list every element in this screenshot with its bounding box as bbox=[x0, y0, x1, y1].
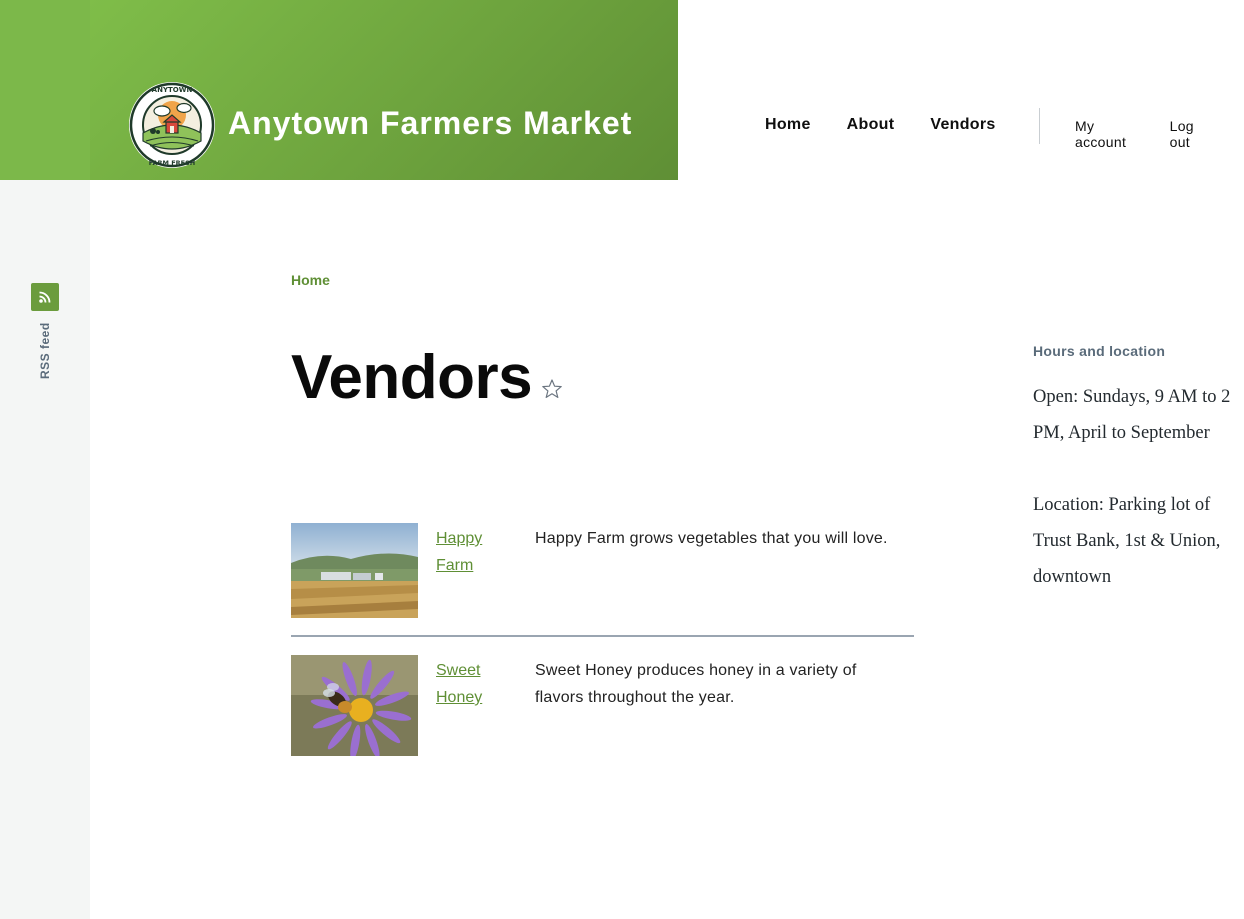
svg-text:FARM FRESH: FARM FRESH bbox=[149, 159, 195, 167]
side-rail: RSS feed bbox=[0, 0, 90, 919]
nav-home[interactable]: Home bbox=[765, 116, 811, 134]
farm-logo-icon: ANYTOWN FARM FRESH bbox=[129, 82, 215, 168]
vendor-name-link[interactable]: Sweet Honey bbox=[436, 657, 516, 711]
location-text: Location: Parking lot of Trust Bank, 1st… bbox=[1033, 495, 1221, 587]
site-branding: ANYTOWN FARM FRESH Anytown Farmers Marke… bbox=[90, 0, 678, 180]
sidebar-heading: Hours and location bbox=[1033, 343, 1166, 359]
site-logo[interactable]: ANYTOWN FARM FRESH bbox=[128, 81, 216, 169]
side-rail-header bbox=[0, 0, 90, 180]
breadcrumb-home[interactable]: Home bbox=[291, 272, 330, 288]
vendor-description: Sweet Honey produces honey in a variety … bbox=[535, 662, 857, 706]
nav-divider bbox=[1039, 108, 1040, 144]
nav-about[interactable]: About bbox=[847, 116, 895, 134]
svg-text:ANYTOWN: ANYTOWN bbox=[152, 86, 193, 94]
nav-my-account[interactable]: My account bbox=[1075, 118, 1134, 150]
vendor-description: Happy Farm grows vegetables that you wil… bbox=[535, 530, 888, 547]
vendor-row: Happy Farm Happy Farm grows vegetables t… bbox=[291, 523, 914, 637]
vendor-image-sweet-honey[interactable] bbox=[291, 655, 418, 756]
vendor-name-link[interactable]: Happy Farm bbox=[436, 525, 516, 579]
rss-feed-link[interactable]: RSS feed bbox=[31, 283, 59, 379]
nav-vendors[interactable]: Vendors bbox=[930, 116, 995, 134]
vendor-row: Sweet Honey Sweet Honey produces honey i… bbox=[291, 655, 914, 775]
main-navigation: Home About Vendors bbox=[765, 116, 1032, 134]
site-name[interactable]: Anytown Farmers Market bbox=[228, 105, 632, 142]
nav-log-out[interactable]: Log out bbox=[1170, 118, 1208, 150]
hours-text: Open: Sundays, 9 AM to 2 PM, April to Se… bbox=[1033, 387, 1231, 443]
rss-feed-label: RSS feed bbox=[38, 322, 52, 379]
rss-icon bbox=[31, 283, 59, 311]
page-title: Vendors bbox=[291, 343, 533, 412]
hours-location-block: Hours and location Open: Sundays, 9 AM t… bbox=[1033, 343, 1244, 595]
account-navigation: My account Log out bbox=[1075, 118, 1244, 150]
bookmark-star-icon[interactable] bbox=[541, 378, 563, 400]
sidebar-body: Open: Sundays, 9 AM to 2 PM, April to Se… bbox=[1033, 379, 1244, 595]
vendor-image-happy-farm[interactable] bbox=[291, 523, 418, 618]
vendor-list: Happy Farm Happy Farm grows vegetables t… bbox=[291, 523, 914, 775]
